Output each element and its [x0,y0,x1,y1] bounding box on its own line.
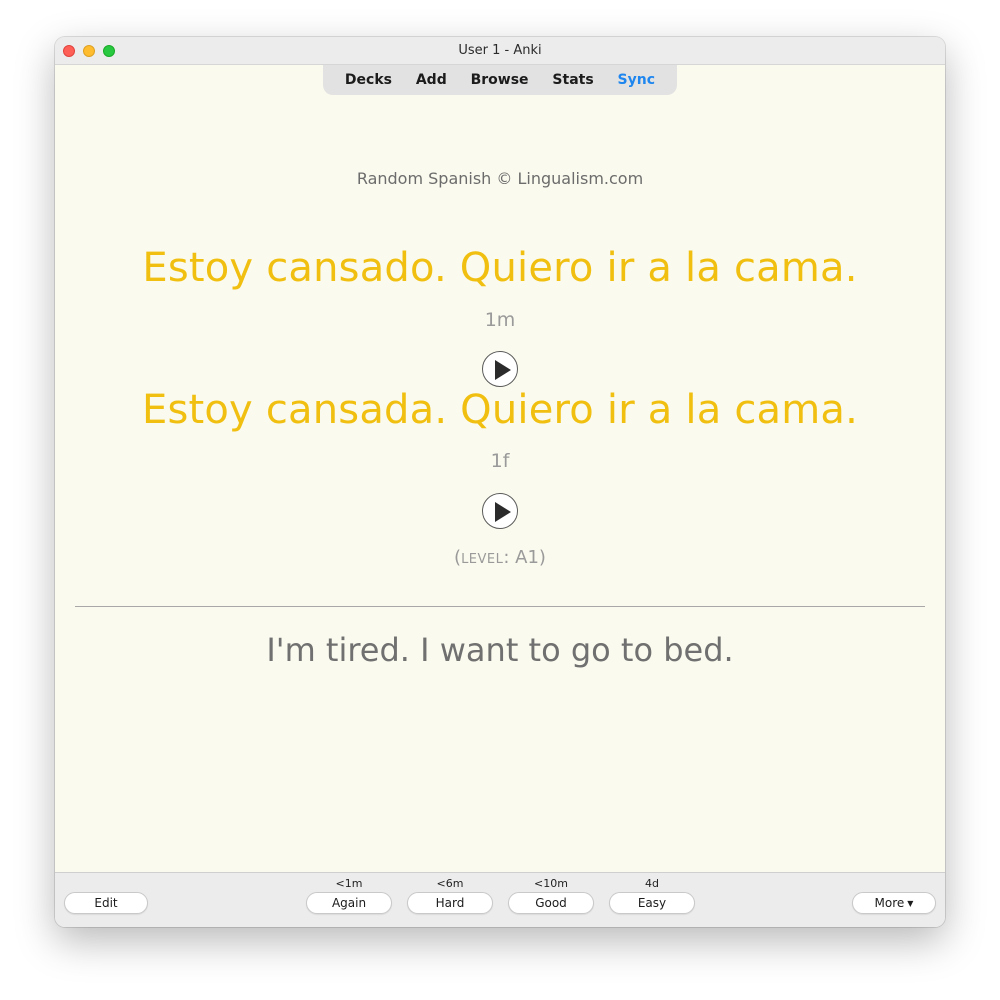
toolbar-decks-link[interactable]: Decks [345,72,392,88]
edit-button[interactable]: Edit [64,892,148,914]
toolbar-stats-link[interactable]: Stats [552,72,593,88]
english-translation: I'm tired. I want to go to bed. [266,631,734,669]
hard-interval: <6m [436,877,464,890]
answer-divider [75,606,925,607]
easy-button[interactable]: Easy [609,892,695,914]
more-button[interactable]: More ▼ [852,892,936,914]
close-window-button[interactable] [63,45,75,57]
deck-credit: Random Spanish © Lingualism.com [356,169,644,188]
anki-window: User 1 - Anki Decks Add Browse Stats Syn… [55,37,945,927]
again-interval: <1m [335,877,363,890]
window-title: User 1 - Anki [458,43,542,58]
zoom-window-button[interactable] [103,45,115,57]
level-value: : A1) [503,547,546,568]
review-bottom-bar: Edit <1m Again <6m Hard <10m Good 4d Eas… [55,872,945,927]
level-indicator: (level: A1) [55,547,945,568]
hard-button[interactable]: Hard [407,892,493,914]
again-button[interactable]: Again [306,892,392,914]
level-open-paren: ( [454,547,462,568]
main-toolbar: Decks Add Browse Stats Sync [323,65,677,95]
sentence-tag-feminine: 1f [490,450,510,472]
play-audio-button-1[interactable] [482,351,518,387]
sentence-tag-masculine: 1m [484,309,516,331]
toolbar-sync-link[interactable]: Sync [618,72,655,88]
good-interval: <10m [534,877,568,890]
easy-interval: 4d [645,877,659,890]
spanish-sentence-feminine: Estoy cansada. Quiero ir a la cama. [141,387,859,433]
toolbar-add-link[interactable]: Add [416,72,447,88]
play-audio-button-2[interactable] [482,493,518,529]
play-icon [495,360,511,380]
spanish-sentence-masculine: Estoy cansado. Quiero ir a la cama. [142,245,858,291]
window-controls [63,45,115,57]
card-view: Random Spanish © Lingualism.com Estoy ca… [55,95,945,871]
caret-down-icon: ▼ [907,899,914,908]
play-icon [495,502,511,522]
good-button[interactable]: Good [508,892,594,914]
title-bar: User 1 - Anki [55,37,945,65]
toolbar-browse-link[interactable]: Browse [471,72,529,88]
minimize-window-button[interactable] [83,45,95,57]
level-label: level [461,547,504,568]
more-button-label: More [874,896,905,910]
